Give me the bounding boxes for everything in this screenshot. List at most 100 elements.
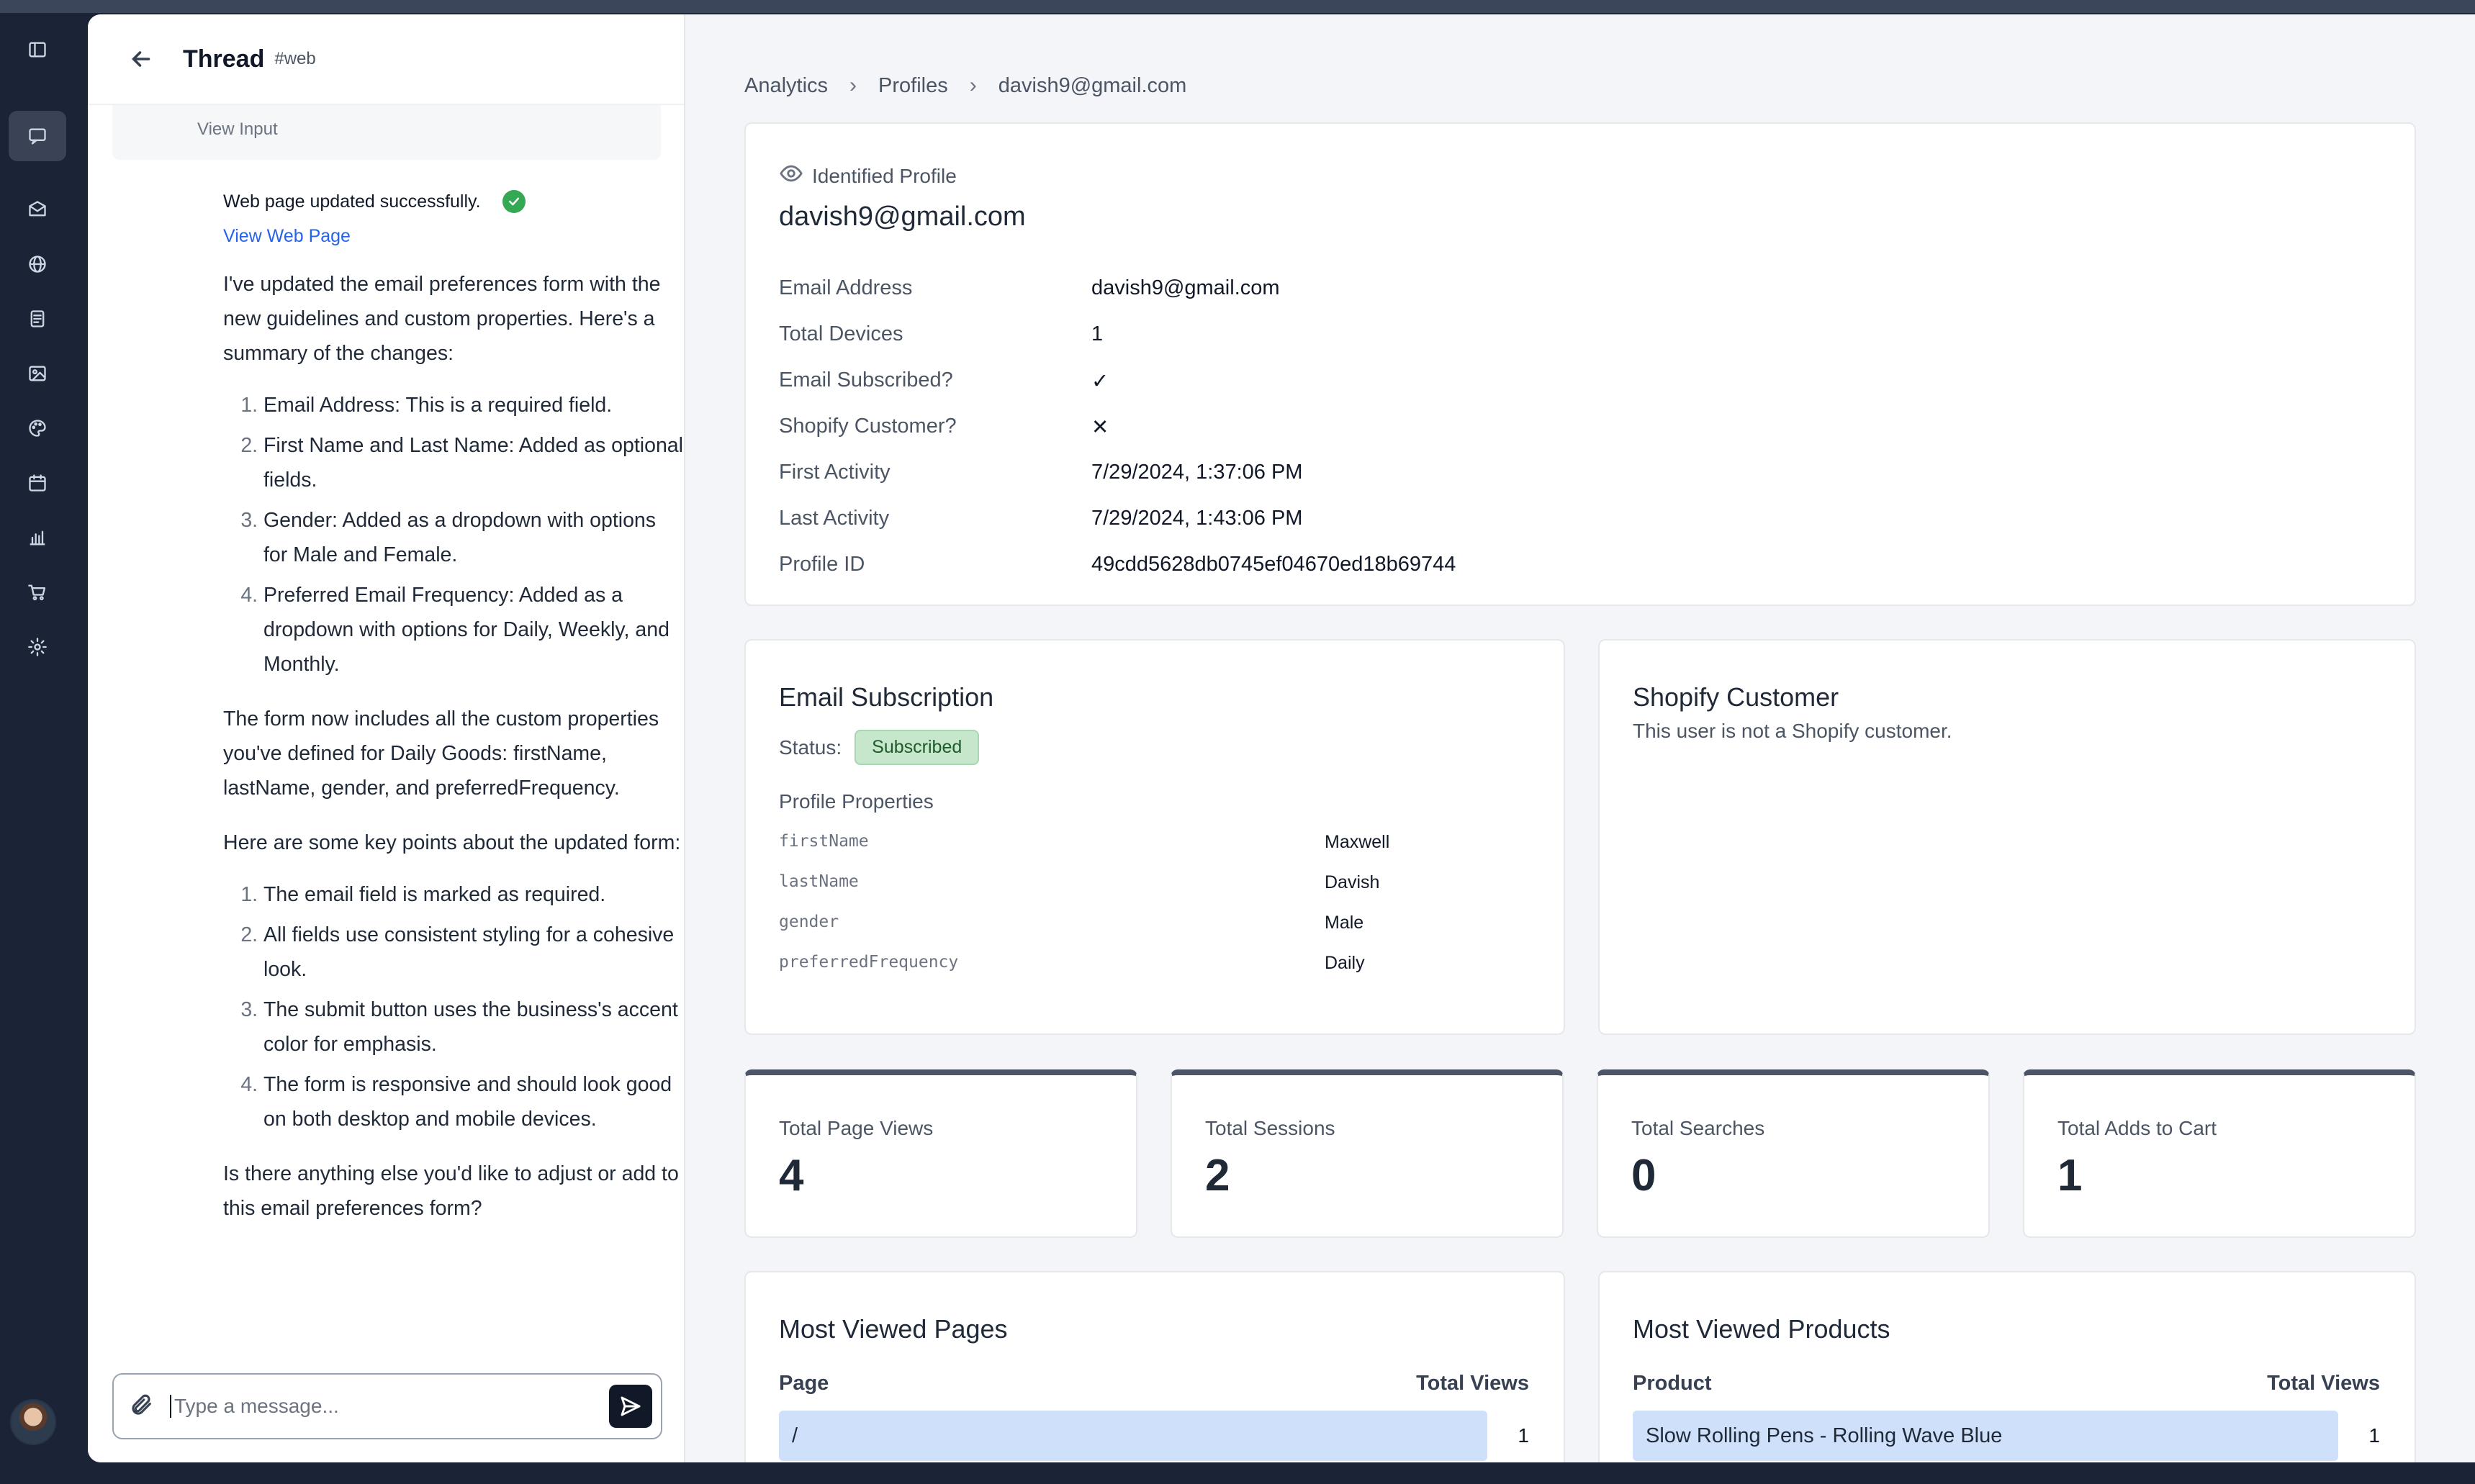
rail-docs-button[interactable] [9,294,66,344]
bar-chart-icon [30,530,45,546]
image-icon [29,366,46,381]
property-key: gender [779,913,839,931]
profile-row-value: davish9@gmail.com [1091,276,1280,299]
property-key: lastName [779,872,859,891]
chevron-right-icon: › [969,73,977,97]
gear-icon [28,638,47,656]
status-label: Status: [779,736,842,759]
profile-row-label: First Activity [779,461,891,484]
profile-kicker-text: Identified Profile [812,164,957,187]
profile-row: Shopify Customer? ✕ [779,415,1109,440]
rail-mail-button[interactable] [9,184,66,235]
rail-calendar-button[interactable] [9,458,66,508]
table-row[interactable]: Slow Rolling Pens - Rolling Wave Blue 1 [1633,1411,2380,1461]
profile-analytics[interactable]: Analytics › Profiles › davish9@gmail.com… [685,14,2475,1462]
email-subscription-card: Email Subscription Status: Subscribed Pr… [744,639,1565,1035]
profile-row: Email Subscribed? ✓ [779,368,1109,394]
message-paragraph: Here are some key points about the updat… [223,831,681,854]
thread-channel-tag: #web [274,49,316,68]
success-check-icon [502,190,526,213]
status-badge: Subscribed [855,730,980,765]
thread-header: Thread #web [88,14,684,105]
stat-card-searches: Total Searches 0 [1597,1069,1990,1238]
column-header-views: Total Views [2267,1372,2380,1395]
subscription-status: Status: Subscribed [779,730,980,765]
breadcrumb-analytics[interactable]: Analytics [744,74,828,98]
property-value: Daily [1325,953,1365,973]
profile-row-value: 7/29/2024, 1:37:06 PM [1091,461,1303,484]
property-value: Maxwell [1325,832,1390,852]
stat-value: 1 [2057,1151,2083,1200]
profile-email-heading: davish9@gmail.com [779,202,1026,232]
breadcrumb-current: davish9@gmail.com [998,73,1187,97]
rail-images-button[interactable] [9,348,66,399]
key-points-list: The email field is marked as required. A… [223,877,684,1136]
message-input[interactable] [170,1395,609,1418]
rail-web-button[interactable] [9,239,66,289]
tool-status-text: Web page updated successfully. [223,191,481,212]
assistant-message: I've updated the email preferences form … [223,267,684,1226]
table-row[interactable]: / 1 [779,1411,1529,1461]
profile-row: Email Address davish9@gmail.com [779,276,1280,300]
list-item: Preferred Email Frequency: Added as a dr… [263,578,684,682]
profile-properties-heading: Profile Properties [779,790,934,813]
property-key: preferredFrequency [779,953,959,972]
breadcrumb-profiles[interactable]: Profiles [878,74,948,98]
thread-panel: Thread #web View Input Web page updated … [88,14,685,1462]
profile-row-value: 49cdd5628db0745ef04670ed18b69744 [1091,553,1456,576]
property-value: Davish [1325,872,1380,892]
stat-card-sessions: Total Sessions 2 [1171,1069,1564,1238]
profile-row-value: 7/29/2024, 1:43:06 PM [1091,507,1303,530]
stat-value: 2 [1205,1151,1230,1200]
palette-icon [29,420,46,437]
card-title: Most Viewed Pages [779,1314,1008,1344]
stat-value: 4 [779,1151,804,1200]
stat-value: 0 [1631,1151,1656,1200]
rail-design-button[interactable] [9,403,66,453]
back-button[interactable] [128,46,154,72]
stat-label: Total Sessions [1205,1117,1335,1139]
table-header: Page Total Views [779,1372,1529,1395]
profile-row-label: Total Devices [779,322,903,345]
profile-row-label: Shopify Customer? [779,415,957,438]
check-mark-icon: ✓ [1091,370,1109,393]
user-avatar[interactable] [10,1399,56,1445]
profile-row: Total Devices 1 [779,322,1103,346]
document-icon [30,310,45,327]
view-input-toggle[interactable]: View Input [112,105,661,160]
table-header: Product Total Views [1633,1372,2380,1395]
list-item: Gender: Added as a dropdown with options… [263,503,684,572]
app-window: Thread #web View Input Web page updated … [88,14,2475,1462]
thread-title: Thread [183,45,265,73]
shopify-note: This user is not a Shopify customer. [1633,720,1952,742]
thread-messages[interactable]: View Input Web page updated successfully… [88,105,685,1226]
card-title: Shopify Customer [1633,682,1839,712]
column-header-page: Page [779,1372,829,1395]
eye-icon [779,161,812,191]
list-item: The email field is marked as required. [263,877,684,912]
rail-shop-button[interactable] [9,567,66,617]
stat-label: Total Page Views [779,1117,934,1139]
most-viewed-products-card: Most Viewed Products Product Total Views… [1598,1271,2416,1462]
rail-analytics-button[interactable] [9,512,66,563]
shopify-customer-card: Shopify Customer This user is not a Shop… [1598,639,2416,1035]
send-button[interactable] [609,1385,652,1428]
rail-chat-button[interactable] [9,111,66,161]
list-item: The submit button uses the business's ac… [263,992,684,1062]
stat-card-adds-to-cart: Total Adds to Cart 1 [2023,1069,2416,1238]
message-composer [112,1373,662,1439]
attach-button[interactable] [130,1393,154,1421]
sidebar-toggle-icon [29,42,46,58]
property-key: firstName [779,832,869,851]
sidebar-toggle-button[interactable] [9,24,66,75]
profile-row-label: Profile ID [779,553,865,576]
cart-icon [28,584,46,601]
view-web-page-link[interactable]: View Web Page [223,226,661,247]
calendar-icon [29,474,46,492]
rail-settings-button[interactable] [9,622,66,672]
window-top-bar [0,0,2475,13]
property-row: firstName Maxwell [779,832,1535,853]
profile-row-label: Email Subscribed? [779,368,953,392]
x-mark-icon: ✕ [1091,416,1109,439]
product-view-count: 1 [2368,1424,2380,1447]
